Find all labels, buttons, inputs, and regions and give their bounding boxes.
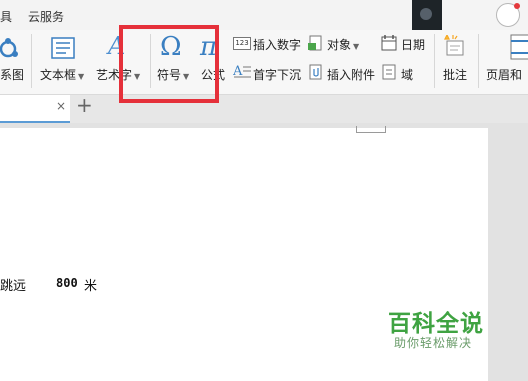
field-label: 域	[401, 68, 414, 82]
document-tab[interactable]: ×	[0, 95, 70, 123]
number-icon: 123	[233, 37, 251, 50]
ribbon-divider	[31, 34, 32, 88]
field-icon	[382, 64, 396, 80]
textbox-icon	[51, 37, 75, 59]
comment-icon	[444, 35, 464, 56]
object-icon	[308, 35, 322, 51]
chevron-down-icon: ▼	[353, 42, 360, 51]
skin-icon[interactable]	[496, 3, 520, 27]
drop-cap-label: 首字下沉	[253, 68, 302, 82]
avatar[interactable]	[412, 0, 442, 30]
relation-diagram-icon[interactable]	[0, 36, 20, 62]
header-footer-icon	[510, 34, 528, 60]
document-text-value: 800	[56, 276, 78, 290]
insert-number-label: 插入数字	[253, 38, 302, 52]
chevron-down-icon: ▼	[78, 72, 85, 81]
menu-item-cloud-service[interactable]: 云服务	[28, 8, 64, 25]
object-label: 对象	[327, 38, 352, 52]
ribbon-divider	[478, 34, 479, 88]
document-tab-bar: × +	[0, 93, 528, 123]
highlight-box	[119, 25, 219, 103]
drop-cap-icon: A	[233, 64, 251, 79]
add-tab-icon[interactable]: +	[76, 93, 93, 117]
relation-diagram-label[interactable]: 系图	[0, 66, 24, 83]
close-icon[interactable]: ×	[56, 99, 66, 113]
menu-item-tools[interactable]: 具	[0, 8, 12, 25]
document-text-label: 跳远	[0, 279, 27, 294]
document-text-unit: 米	[84, 279, 98, 294]
calendar-icon	[381, 35, 397, 51]
watermark-subtitle: 助你轻松解决	[394, 336, 473, 350]
header-footer-label: 页眉和	[486, 68, 523, 82]
insert-attachment-label: 插入附件	[327, 68, 376, 82]
ribbon-divider	[434, 34, 435, 88]
attachment-icon	[309, 64, 322, 80]
comment-label: 批注	[443, 68, 468, 82]
page-corner-marker	[356, 126, 386, 133]
textbox-label: 文本框	[40, 68, 77, 82]
date-label: 日期	[401, 38, 426, 52]
watermark-title: 百科全说	[388, 311, 484, 337]
